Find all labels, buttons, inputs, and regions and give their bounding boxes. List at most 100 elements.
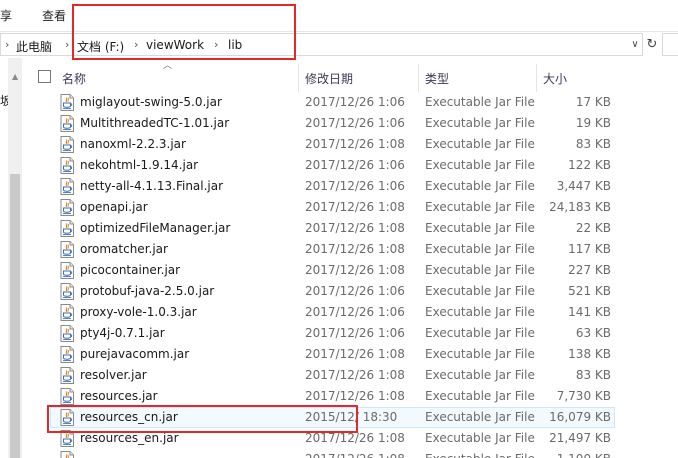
file-name[interactable]: resources_en.jar bbox=[80, 431, 179, 445]
file-row[interactable]: proxy-vole-1.0.3.jar 2017/12/26 1:06 Execu… bbox=[0, 302, 678, 323]
file-name[interactable]: netty-all-4.1.13.Final.jar bbox=[80, 179, 223, 193]
file-row[interactable]: protobuf-java-2.5.0.jar 2017/12/26 1:06 Ex… bbox=[0, 281, 678, 302]
file-name[interactable]: nanoxml-2.2.3.jar bbox=[80, 137, 186, 151]
ribbon-tab-share[interactable]: 享 bbox=[0, 7, 12, 24]
column-header-name[interactable]: 名称 bbox=[62, 70, 86, 87]
file-row[interactable]: netty-all-4.1.13.Final.jar 2017/12/26 1:0… bbox=[0, 176, 678, 197]
file-modified-date: 2017/12/26 1:08 bbox=[305, 137, 405, 151]
file-modified-date: 2017/12/26 1:08 bbox=[305, 263, 405, 277]
file-row[interactable]: 2017/12/26 1:08 Executable Jar File 1,100 … bbox=[0, 449, 678, 458]
file-type: Executable Jar File bbox=[425, 95, 535, 109]
file-name[interactable]: oromatcher.jar bbox=[80, 242, 168, 256]
file-row[interactable]: openapi.jar 2017/12/26 1:08 Executable Jar… bbox=[0, 197, 678, 218]
file-modified-date: 2017/12/26 1:08 bbox=[305, 242, 405, 256]
java-jar-file-icon bbox=[59, 325, 75, 342]
column-header-type[interactable]: 类型 bbox=[425, 70, 449, 87]
file-size: 24,183 KB bbox=[549, 200, 611, 214]
file-modified-date: 2017/12/26 1:08 bbox=[305, 389, 405, 403]
file-type: Executable Jar File bbox=[425, 305, 535, 319]
file-row[interactable]: resolver.jar 2017/12/26 1:08 Executable Ja… bbox=[0, 365, 678, 386]
file-type: Executable Jar File bbox=[425, 116, 535, 130]
file-row[interactable]: MultithreadedTC-1.01.jar 2017/12/26 1:06 E… bbox=[0, 113, 678, 134]
file-type: Executable Jar File bbox=[425, 137, 535, 151]
file-name[interactable]: pty4j-0.7.1.jar bbox=[80, 326, 165, 340]
scroll-up-icon[interactable]: ▲ bbox=[12, 72, 18, 81]
file-type: Executable Jar File bbox=[425, 431, 535, 445]
java-jar-file-icon bbox=[59, 241, 75, 258]
column-header-date[interactable]: 修改日期 bbox=[305, 70, 353, 87]
file-row[interactable]: oromatcher.jar 2017/12/26 1:08 Executable … bbox=[0, 239, 678, 260]
java-jar-file-icon bbox=[59, 367, 75, 384]
java-jar-file-icon bbox=[59, 451, 75, 458]
file-row[interactable]: optimizedFileManager.jar 2017/12/26 1:08 E… bbox=[0, 218, 678, 239]
refresh-icon[interactable]: ↻ bbox=[644, 33, 660, 56]
address-dropdown-icon[interactable]: ∨ bbox=[627, 34, 643, 55]
file-type: Executable Jar File bbox=[425, 389, 535, 403]
file-name[interactable]: resources.jar bbox=[80, 389, 158, 403]
file-size: 117 KB bbox=[568, 242, 611, 256]
annotation-highlight-address bbox=[72, 4, 296, 60]
breadcrumb-this-pc[interactable]: 此电脑 bbox=[16, 38, 52, 55]
file-name[interactable]: resolver.jar bbox=[80, 368, 147, 382]
file-modified-date: 2017/12/26 1:06 bbox=[305, 179, 405, 193]
file-size: 3,447 KB bbox=[556, 179, 611, 193]
file-row[interactable]: resources.jar 2017/12/26 1:08 Executable J… bbox=[0, 386, 678, 407]
ribbon-tab-view[interactable]: 查看 bbox=[42, 7, 66, 24]
file-size: 227 KB bbox=[568, 263, 611, 277]
file-row[interactable]: miglayout-swing-5.0.jar 2017/12/26 1:06 Ex… bbox=[0, 92, 678, 113]
column-header-size[interactable]: 大小 bbox=[543, 70, 567, 87]
file-row[interactable]: purejavacomm.jar 2017/12/26 1:08 Executabl… bbox=[0, 344, 678, 365]
select-all-checkbox[interactable] bbox=[38, 70, 51, 83]
breadcrumb-separator[interactable]: › bbox=[65, 38, 69, 51]
file-type: Executable Jar File bbox=[425, 158, 535, 172]
java-jar-file-icon bbox=[59, 304, 75, 321]
file-type: Executable Jar File bbox=[425, 242, 535, 256]
file-size: 63 KB bbox=[575, 326, 611, 340]
java-jar-file-icon bbox=[59, 346, 75, 363]
file-name[interactable]: picocontainer.jar bbox=[80, 263, 180, 277]
file-name[interactable]: purejavacomm.jar bbox=[80, 347, 189, 361]
file-row[interactable]: nanoxml-2.2.3.jar 2017/12/26 1:08 Executab… bbox=[0, 134, 678, 155]
java-jar-file-icon bbox=[59, 199, 75, 216]
java-jar-file-icon bbox=[59, 220, 75, 237]
file-name[interactable]: openapi.jar bbox=[80, 200, 148, 214]
file-name[interactable]: optimizedFileManager.jar bbox=[80, 221, 230, 235]
java-jar-file-icon bbox=[59, 94, 75, 111]
file-modified-date: 2017/12/26 1:08 bbox=[305, 368, 405, 382]
file-type: Executable Jar File bbox=[425, 179, 535, 193]
file-modified-date: 2017/12/26 1:06 bbox=[305, 284, 405, 298]
column-divider[interactable] bbox=[418, 64, 419, 92]
java-jar-file-icon bbox=[59, 262, 75, 279]
file-row[interactable]: nekohtml-1.9.14.jar 2017/12/26 1:06 Execut… bbox=[0, 155, 678, 176]
file-type: Executable Jar File bbox=[425, 410, 535, 424]
file-name[interactable]: MultithreadedTC-1.01.jar bbox=[80, 116, 229, 130]
search-box[interactable] bbox=[662, 33, 678, 56]
file-name[interactable]: miglayout-swing-5.0.jar bbox=[80, 95, 222, 109]
file-list: miglayout-swing-5.0.jar 2017/12/26 1:06 Ex… bbox=[0, 92, 678, 458]
file-modified-date: 2017/12/26 1:08 bbox=[305, 200, 405, 214]
file-modified-date: 2017/12/26 1:08 bbox=[305, 431, 405, 445]
java-jar-file-icon bbox=[59, 178, 75, 195]
file-modified-date: 2017/12/26 1:06 bbox=[305, 158, 405, 172]
file-modified-date: 2017/12/26 1:08 bbox=[305, 347, 405, 361]
file-type: Executable Jar File bbox=[425, 347, 535, 361]
file-row[interactable]: pty4j-0.7.1.jar 2017/12/26 1:06 Executable… bbox=[0, 323, 678, 344]
column-divider[interactable] bbox=[298, 64, 299, 92]
file-size: 122 KB bbox=[568, 158, 611, 172]
file-row[interactable]: picocontainer.jar 2017/12/26 1:08 Executab… bbox=[0, 260, 678, 281]
java-jar-file-icon bbox=[59, 115, 75, 132]
java-jar-file-icon bbox=[59, 388, 75, 405]
file-type: Executable Jar File bbox=[425, 452, 535, 458]
file-size: 141 KB bbox=[568, 305, 611, 319]
file-type: Executable Jar File bbox=[425, 284, 535, 298]
column-divider[interactable] bbox=[536, 64, 537, 92]
file-modified-date: 2017/12/26 1:08 bbox=[305, 221, 405, 235]
file-size: 21,497 KB bbox=[549, 431, 611, 445]
file-size: 1,100 KB bbox=[557, 452, 611, 458]
java-jar-file-icon bbox=[59, 283, 75, 300]
file-name[interactable]: nekohtml-1.9.14.jar bbox=[80, 158, 198, 172]
file-modified-date: 2017/12/26 1:06 bbox=[305, 326, 405, 340]
file-name[interactable]: proxy-vole-1.0.3.jar bbox=[80, 305, 197, 319]
file-name[interactable]: protobuf-java-2.5.0.jar bbox=[80, 284, 214, 298]
breadcrumb-separator[interactable]: › bbox=[5, 38, 9, 51]
